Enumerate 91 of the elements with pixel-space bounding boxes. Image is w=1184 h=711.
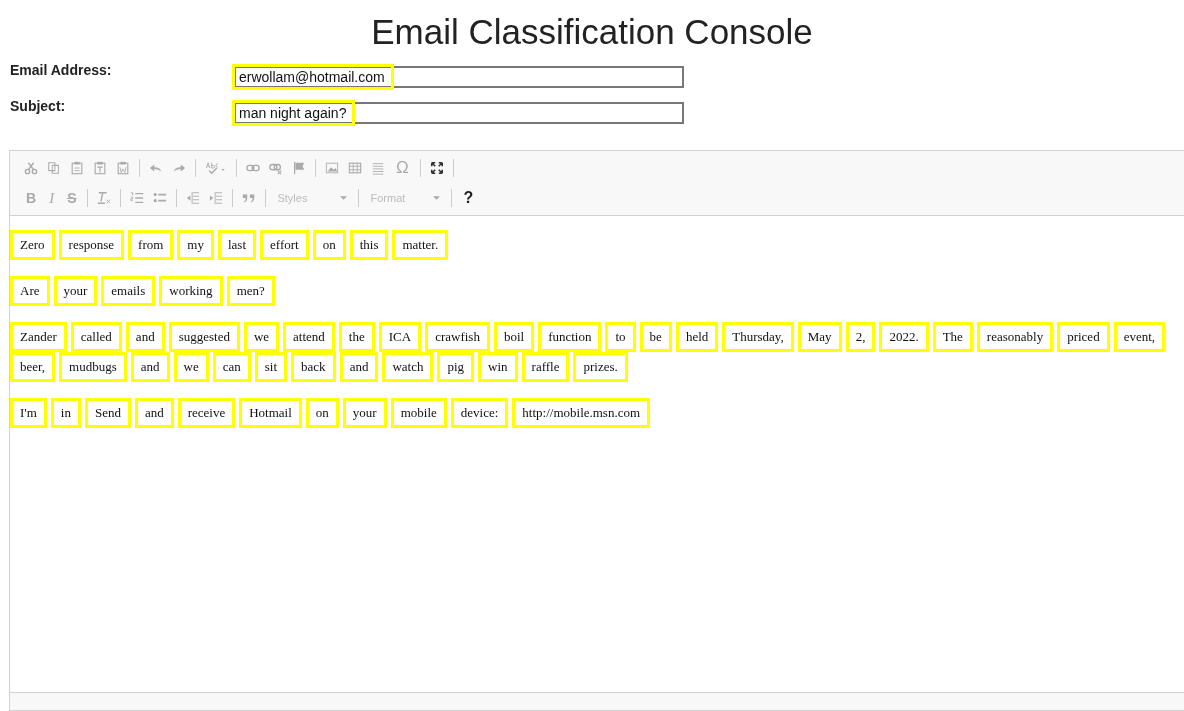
table-icon[interactable] bbox=[348, 161, 362, 175]
word: priced bbox=[1057, 322, 1110, 352]
word: your bbox=[342, 398, 387, 428]
word: pig bbox=[437, 352, 475, 382]
word: device: bbox=[450, 398, 509, 428]
word: Thursday, bbox=[722, 322, 794, 352]
word: the bbox=[338, 322, 375, 352]
word: May bbox=[797, 322, 842, 352]
word: boil bbox=[493, 322, 535, 352]
word: be bbox=[639, 322, 672, 352]
word: mobile bbox=[390, 398, 447, 428]
word: men? bbox=[226, 276, 275, 306]
copy-icon[interactable] bbox=[47, 161, 61, 175]
word: matter. bbox=[392, 230, 449, 260]
word: Zero bbox=[10, 230, 55, 260]
spellcheck-icon[interactable] bbox=[205, 161, 227, 175]
word: function bbox=[538, 322, 602, 352]
word: 2022. bbox=[879, 322, 929, 352]
word: and bbox=[130, 352, 170, 382]
outdent-icon[interactable] bbox=[186, 191, 201, 205]
word: we bbox=[243, 322, 280, 352]
word: held bbox=[675, 322, 719, 352]
flag-icon[interactable] bbox=[292, 161, 306, 175]
word: to bbox=[605, 322, 636, 352]
input-field[interactable]: erwollam@hotmail.com bbox=[234, 66, 684, 88]
word: The bbox=[932, 322, 973, 352]
word: this bbox=[349, 230, 389, 260]
field-label: Subject: bbox=[10, 98, 67, 114]
maximize-icon[interactable] bbox=[429, 161, 444, 175]
help-button[interactable]: ? bbox=[461, 189, 476, 207]
word: back bbox=[291, 352, 336, 382]
page-title: Email Classification Console bbox=[370, 11, 814, 53]
clear-format-icon[interactable] bbox=[97, 191, 112, 205]
clipboard-icon[interactable] bbox=[116, 161, 130, 175]
word: event, bbox=[1113, 322, 1166, 352]
word: Are bbox=[10, 276, 50, 306]
italic-button[interactable]: I bbox=[47, 189, 57, 207]
word: attend bbox=[283, 322, 335, 352]
field-label: Email Address: bbox=[10, 62, 113, 78]
word: emails bbox=[101, 276, 156, 306]
word: watch bbox=[382, 352, 434, 382]
word: prizes. bbox=[573, 352, 628, 382]
word: win bbox=[478, 352, 518, 382]
bold-button[interactable]: B bbox=[24, 190, 39, 206]
clipboard-icon[interactable] bbox=[93, 161, 107, 175]
word: your bbox=[53, 276, 98, 306]
word: on bbox=[312, 230, 346, 260]
word: mudbugs bbox=[59, 352, 127, 382]
word: in bbox=[50, 398, 81, 428]
word: Hotmail bbox=[239, 398, 302, 428]
styles-dropdown[interactable]: Styles bbox=[275, 192, 350, 204]
word: suggested bbox=[168, 322, 240, 352]
format-dropdown[interactable]: Format bbox=[368, 192, 443, 204]
numbered-list-icon[interactable] bbox=[130, 191, 145, 205]
word: Zander bbox=[10, 322, 67, 352]
word: beer, bbox=[10, 352, 56, 382]
word: crawfish bbox=[425, 322, 490, 352]
bulleted-list-icon[interactable] bbox=[153, 191, 168, 205]
word: last bbox=[217, 230, 256, 260]
word: and bbox=[134, 398, 174, 428]
word: can bbox=[212, 352, 251, 382]
word: raffle bbox=[521, 352, 570, 382]
word: reasonably bbox=[976, 322, 1054, 352]
clipboard-icon[interactable] bbox=[70, 161, 84, 175]
word: ICA bbox=[378, 322, 422, 352]
word: we bbox=[173, 352, 209, 382]
word: my bbox=[177, 230, 214, 260]
word: from bbox=[128, 230, 174, 260]
input-field[interactable]: man night again? bbox=[234, 102, 684, 124]
word: receive bbox=[177, 398, 236, 428]
image-icon[interactable] bbox=[325, 161, 339, 175]
word: and bbox=[339, 352, 379, 382]
horizontal-line-icon[interactable] bbox=[371, 161, 385, 175]
word: I'm bbox=[10, 398, 47, 428]
word: Send bbox=[84, 398, 131, 428]
caret-icon bbox=[340, 196, 348, 200]
word: response bbox=[58, 230, 125, 260]
indent-icon[interactable] bbox=[209, 191, 224, 205]
word: on bbox=[305, 398, 339, 428]
word: working bbox=[159, 276, 223, 306]
word: and bbox=[125, 322, 165, 352]
word: effort bbox=[260, 230, 309, 260]
unlink-icon[interactable] bbox=[269, 161, 283, 175]
word: http://mobile.msn.com bbox=[512, 398, 651, 428]
strikethrough-button[interactable]: S bbox=[65, 190, 79, 206]
word: called bbox=[70, 322, 122, 352]
scissors-icon[interactable] bbox=[24, 161, 38, 175]
word: 2, bbox=[845, 322, 876, 352]
caret-icon bbox=[433, 196, 441, 200]
special-character-button[interactable]: Ω bbox=[394, 158, 411, 178]
word: sit bbox=[254, 352, 288, 382]
